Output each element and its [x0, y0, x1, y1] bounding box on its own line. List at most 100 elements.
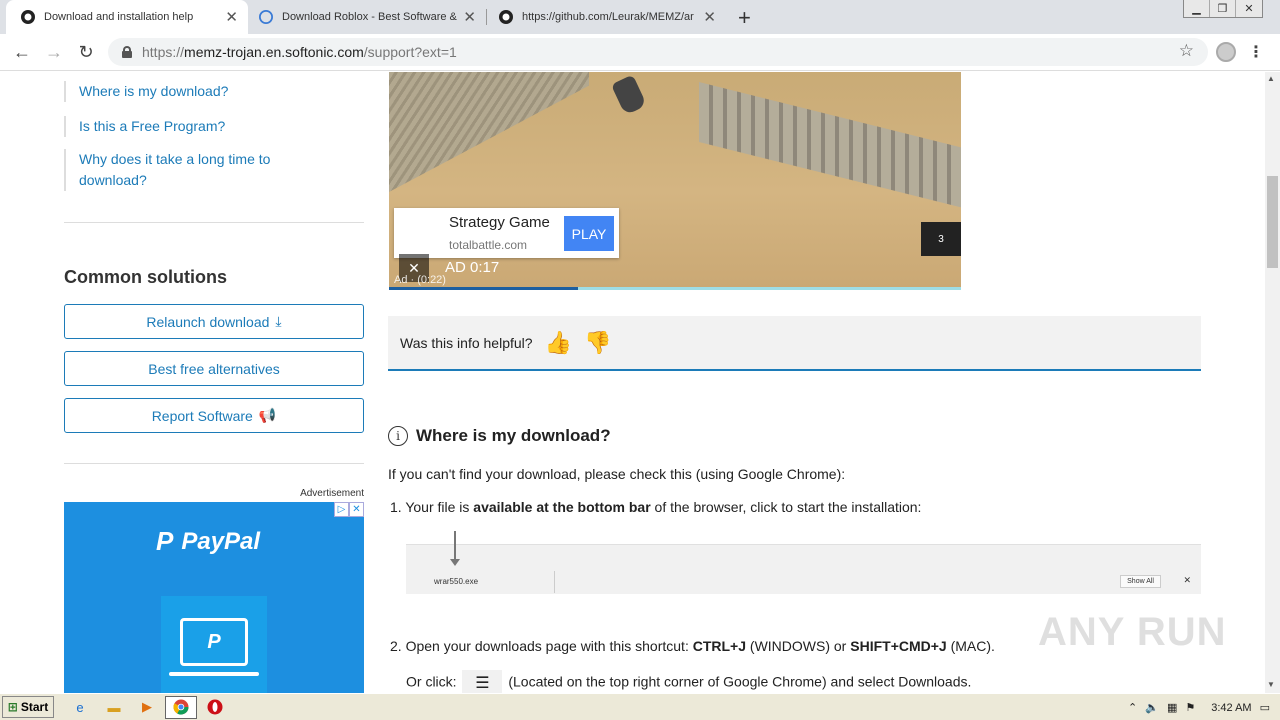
minimize-icon[interactable]: ▁ — [1184, 0, 1210, 17]
alternatives-label: Best free alternatives — [148, 360, 280, 377]
system-tray: ⌃ 🔈 ▦ ⚑ 3:42 AM ▭ — [1128, 696, 1280, 719]
laptop-icon: P — [180, 618, 248, 666]
adchoices-icon[interactable]: ▷ ✕ — [334, 502, 364, 517]
thumbs-up-icon[interactable]: 👍 — [545, 330, 572, 356]
url-host: memz-trojan.en.softonic.com — [184, 44, 364, 60]
windows-logo-icon: ⊞ — [7, 700, 18, 714]
helpful-question: Was this info helpful? — [400, 334, 533, 351]
flag-icon[interactable]: ⚑ — [1185, 701, 1195, 714]
skip-countdown[interactable]: 3 — [921, 222, 961, 256]
intro-text: If you can't find your download, please … — [388, 466, 846, 482]
hamburger-icon: ☰ — [462, 670, 503, 693]
scroll-down-icon[interactable]: ▼ — [1267, 680, 1275, 689]
volume-icon[interactable]: 🔈 — [1145, 701, 1159, 714]
game-wall — [389, 72, 589, 192]
game-wall — [699, 82, 961, 208]
megaphone-icon: 📢 — [258, 407, 277, 423]
show-all-label: Show All — [1120, 575, 1161, 588]
restore-icon[interactable]: ❐ — [1210, 0, 1236, 17]
close-icon[interactable]: ✕ — [225, 8, 238, 26]
common-solutions-title: Common solutions — [64, 267, 227, 287]
report-label: Report Software — [151, 407, 253, 424]
paypal-laptop-tile: P — [161, 596, 267, 693]
bookmark-star-icon[interactable]: ☆ — [1179, 41, 1194, 61]
tray-expand-icon[interactable]: ⌃ — [1128, 701, 1137, 714]
start-button[interactable]: ⊞ Start — [2, 696, 54, 718]
page-viewport: Where is my download? Is this a Free Pro… — [0, 72, 1265, 693]
anyrun-watermark: ANY RUN — [1038, 610, 1227, 654]
close-window-icon[interactable]: ✕ — [1236, 0, 1262, 17]
reload-icon[interactable]: ↻ — [75, 42, 97, 63]
best-alternatives-button[interactable]: Best free alternatives — [64, 351, 364, 386]
laptop-base — [169, 672, 259, 676]
forward-icon[interactable]: → — [43, 42, 65, 63]
step-2-alt: Or click: ☰ (Located on the top right co… — [406, 670, 971, 693]
sidebar-link-free[interactable]: Is this a Free Program? — [64, 116, 225, 137]
download-file-name: wrar550.exe — [434, 577, 479, 586]
folder-icon[interactable]: ▬ — [104, 697, 124, 717]
close-icon: ✕ — [1183, 575, 1191, 585]
helpful-box: Was this info helpful? 👍 👎 — [388, 316, 1201, 371]
paypal-p-icon: P — [156, 526, 174, 556]
network-icon[interactable]: ▦ — [1167, 701, 1177, 714]
info-icon: i — [388, 426, 408, 446]
step-2: 2. Open your downloads page with this sh… — [390, 638, 995, 654]
heading-text: Where is my download? — [416, 426, 611, 445]
paypal-ad[interactable]: ▷ ✕ P PayPal P — [64, 502, 364, 693]
window-controls: ▁ ❐ ✕ — [1183, 0, 1263, 18]
media-player-icon[interactable]: ▶ — [137, 697, 157, 717]
tab-download-help[interactable]: Download and installation help ✕ — [6, 0, 248, 34]
softonic-icon — [258, 9, 274, 25]
ad-timer: AD 0:17 — [445, 259, 500, 276]
video-ad[interactable]: Strategy Game totalbattle.com PLAY 3 ✕ A… — [389, 72, 961, 290]
tab-label: Download and installation help — [44, 11, 194, 23]
download-bar-illustration: wrar550.exe Show All ✕ — [406, 531, 1201, 594]
tab-github-memz[interactable]: https://github.com/Leurak/MEMZ/ar ✕ — [484, 0, 726, 34]
chrome-icon[interactable] — [171, 697, 191, 717]
back-icon[interactable]: ← — [11, 42, 33, 63]
divider — [554, 571, 555, 593]
url-path: /support?ext=1 — [363, 44, 457, 60]
download-icon: ⤓ — [275, 313, 282, 329]
sidebar-link-where[interactable]: Where is my download? — [64, 81, 228, 102]
close-icon[interactable]: ✕ — [463, 8, 476, 26]
divider — [64, 222, 364, 223]
game-figure — [610, 74, 648, 116]
ad-progress-bar — [389, 287, 961, 290]
ad-card[interactable]: Strategy Game totalbattle.com PLAY — [394, 208, 619, 258]
lock-icon — [122, 46, 132, 58]
github-icon — [498, 9, 514, 25]
taskbar: ⊞ Start e ▬ ▶ ⌃ 🔈 ▦ ⚑ 3:42 AM ▭ — [0, 693, 1280, 720]
tab-roblox[interactable]: Download Roblox - Best Software & ✕ — [244, 0, 486, 34]
scroll-thumb[interactable] — [1267, 176, 1278, 268]
new-tab-button[interactable]: + — [738, 5, 751, 31]
relaunch-download-button[interactable]: Relaunch download ⤓ — [64, 304, 364, 339]
paypal-logo: P PayPal — [156, 526, 261, 556]
step-1: 1. Your file is available at the bottom … — [390, 499, 922, 515]
address-bar[interactable]: https:// memz-trojan.en.softonic.com /su… — [108, 38, 1208, 66]
report-software-button[interactable]: Report Software 📢 — [64, 398, 364, 433]
tab-label: Download Roblox - Best Software & — [282, 11, 457, 23]
ad-progress-fill — [389, 287, 578, 290]
relaunch-label: Relaunch download — [146, 313, 270, 330]
ad-url: totalbattle.com — [449, 238, 528, 252]
ie-icon[interactable]: e — [70, 697, 90, 717]
ad-sub-label: Ad · (0:22) — [394, 274, 446, 286]
play-button[interactable]: PLAY — [564, 216, 614, 251]
divider — [64, 463, 364, 464]
section-heading: i Where is my download? — [388, 426, 611, 446]
menu-icon[interactable]: ⋮ — [1248, 42, 1264, 62]
show-desktop-icon[interactable]: ▭ — [1260, 701, 1270, 714]
opera-icon[interactable] — [205, 697, 225, 717]
arrow-icon — [450, 531, 460, 566]
scrollbar[interactable]: ▲ ▼ — [1265, 72, 1280, 693]
thumbs-down-icon[interactable]: 👎 — [584, 330, 611, 356]
profile-avatar[interactable] — [1216, 42, 1236, 62]
close-icon[interactable]: ✕ — [703, 8, 716, 26]
clock[interactable]: 3:42 AM — [1211, 702, 1251, 714]
browser-toolbar: ← → ↻ https:// memz-trojan.en.softonic.c… — [0, 34, 1280, 71]
sidebar-link-slow[interactable]: Why does it take a long time to download… — [64, 149, 284, 191]
url-scheme: https:// — [142, 44, 185, 60]
scroll-up-icon[interactable]: ▲ — [1267, 74, 1275, 83]
tab-bar: Download and installation help ✕ Downloa… — [0, 0, 1280, 34]
